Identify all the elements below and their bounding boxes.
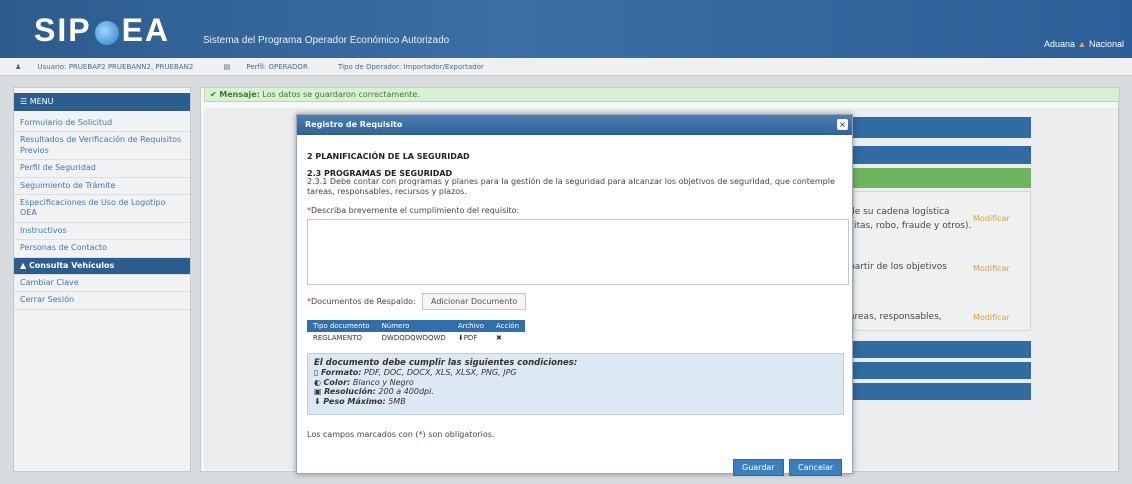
- download-size-icon: ⬇: [314, 396, 324, 406]
- cancel-button[interactable]: Cancelar: [789, 459, 843, 476]
- add-document-button[interactable]: Adicionar Documento: [422, 293, 527, 310]
- customs-brand-right: Nacional: [1088, 39, 1124, 49]
- menu-label: MENU: [29, 97, 54, 106]
- required-fields-note: Los campos marcados con (*) son obligato…: [307, 430, 494, 439]
- required-note-pre: Los campos marcados con (: [307, 430, 419, 439]
- pdf-label: PDF: [463, 334, 478, 342]
- sidebar-item-vehiculos-label: Consulta Vehículos: [28, 260, 115, 270]
- sidebar-item-especificaciones[interactable]: Especificaciones de Uso de Logotipo OEA: [14, 195, 190, 223]
- condition-resolution-value: 200 a 400dpi.: [378, 387, 434, 397]
- pdf-download-link[interactable]: ⬇PDF: [452, 332, 490, 344]
- app-header: SIP EA Sistema del Programa Operador Econ…: [0, 0, 1132, 58]
- operator-type-label: Tipo de Operador: Importador/Exportador: [338, 63, 484, 71]
- condition-format-label: Formato:: [320, 368, 362, 378]
- condition-format-value: PDF, DOC, DOCX, XLS, XLSX, PNG, JPG: [364, 368, 517, 378]
- sidebar-item-seguimiento[interactable]: Seguimiento de Trámite: [14, 178, 190, 195]
- required-note-post: ) son obligatorios.: [422, 430, 495, 439]
- documents-table: Tipo documento Número Archivo Acción REG…: [307, 320, 526, 344]
- sidebar-item-resultados[interactable]: Resultados de Verificación de Requisitos…: [14, 132, 190, 161]
- globe-icon: [94, 20, 119, 45]
- condition-resolution: ▣ Resolución: 200 a 400dpi.: [314, 387, 837, 397]
- col-tipo: Tipo documento: [307, 320, 376, 332]
- conditions-box: El documento debe cumplir las siguientes…: [307, 353, 844, 415]
- condition-color-value: Blanco y Negro: [352, 377, 414, 387]
- sidebar-item-perfil[interactable]: Perfil de Seguridad: [14, 160, 190, 178]
- system-title: Sistema del Programa Operador Económico …: [203, 35, 450, 46]
- success-message: ✔ Mensaje: Los datos se guardaron correc…: [204, 87, 1120, 102]
- modal-title: Registro de Requisito: [305, 120, 403, 129]
- car-icon: ▲: [20, 260, 29, 270]
- modal-header: Registro de Requisito ×: [297, 115, 852, 135]
- requirement-label: *Describa brevemente el cumplimiento del…: [307, 206, 519, 215]
- customs-brand: Aduana ▲ Nacional: [1044, 39, 1124, 49]
- requirement-label-text: Describa brevemente el cumplimiento del …: [311, 206, 520, 215]
- requirement-modal: Registro de Requisito × 2 PLANIFICACIÓN …: [296, 114, 853, 476]
- condition-format: ▯ Formato: PDF, DOC, DOCX, XLS, XLSX, PN…: [314, 368, 837, 378]
- message-text: Los datos se guardaron correctamente.: [262, 90, 420, 99]
- sidebar-menu-header[interactable]: ☰ MENU: [14, 93, 190, 111]
- sidebar-item-formulario[interactable]: Formulario de Solicitud: [14, 115, 190, 133]
- sidebar-item-cerrar[interactable]: Cerrar Sesión: [14, 292, 190, 310]
- documents-label-text: Documentos de Respaldo:: [311, 297, 416, 306]
- sidebar-item-instructivos[interactable]: Instructivos: [14, 223, 190, 241]
- sipoea-logo: SIP EA: [34, 12, 170, 49]
- delete-icon[interactable]: ✖: [490, 332, 525, 344]
- col-numero: Número: [375, 320, 452, 332]
- sidebar-item-clave[interactable]: Cambiar Clave: [14, 275, 190, 293]
- col-accion: Acción: [489, 320, 526, 332]
- table-row: REGLAMENTO DWDQDQWDQWD ⬇PDF ✖: [307, 332, 525, 344]
- profile-label: ▤ Perfil: OPERADOR: [224, 63, 322, 71]
- close-button[interactable]: ×: [837, 119, 848, 130]
- image-icon: ▣: [314, 387, 325, 397]
- table-header-row: Tipo documento Número Archivo Acción: [307, 320, 526, 332]
- cell-tipo: REGLAMENTO: [313, 334, 363, 342]
- conditions-title: El documento debe cumplir las siguientes…: [314, 358, 578, 368]
- condition-color-label: Color:: [323, 377, 351, 387]
- message-prefix: Mensaje:: [219, 90, 260, 99]
- user-label: ♟ Usuario: PRUEBAP2 PRUEBANN2, PRUEBAN2: [15, 63, 207, 71]
- documents-label: *Documentos de Respaldo:: [307, 297, 416, 306]
- user-name: Usuario: PRUEBAP2 PRUEBANN2, PRUEBAN2: [37, 63, 194, 71]
- condition-resolution-label: Resolución:: [324, 387, 376, 397]
- menu-icon: ☰: [20, 97, 30, 106]
- save-button[interactable]: Guardar: [733, 459, 784, 476]
- logo-text-left: SIP: [34, 12, 92, 48]
- condition-size-value: 5MB: [388, 396, 406, 406]
- file-icon: ▯: [314, 368, 321, 378]
- sidebar-item-vehiculos[interactable]: ▲ Consulta Vehículos: [14, 257, 190, 275]
- check-icon: ✔: [210, 90, 220, 99]
- customs-logo-icon: ▲: [1077, 39, 1087, 49]
- cell-numero: DWDQDQWDQWD: [381, 334, 446, 342]
- customs-brand-left: Aduana: [1043, 39, 1076, 49]
- condition-size-label: Peso Máximo:: [323, 396, 386, 406]
- user-icon: ♟: [15, 63, 24, 71]
- profile-icon: ▤: [223, 63, 233, 71]
- sidebar: ☰ MENU Formulario de Solicitud Resultado…: [13, 87, 191, 472]
- col-archivo: Archivo: [451, 320, 490, 332]
- color-icon: ◐: [314, 377, 324, 387]
- section-title: 2 PLANIFICACIÓN DE LA SEGURIDAD: [307, 152, 470, 161]
- profile-value: Perfil: OPERADOR: [246, 63, 308, 71]
- condition-size: ⬇ Peso Máximo: 5MB: [314, 397, 837, 407]
- sidebar-item-contacto[interactable]: Personas de Contacto: [14, 240, 190, 258]
- logo-text-right: EA: [121, 12, 171, 48]
- requirement-textarea[interactable]: [307, 219, 849, 285]
- user-info-bar: ♟ Usuario: PRUEBAP2 PRUEBANN2, PRUEBAN2 …: [0, 58, 1132, 76]
- requirement-description: 2.3.1 Debe contar con programas y planes…: [307, 177, 835, 196]
- condition-color: ◐ Color: Blanco y Negro: [314, 378, 837, 388]
